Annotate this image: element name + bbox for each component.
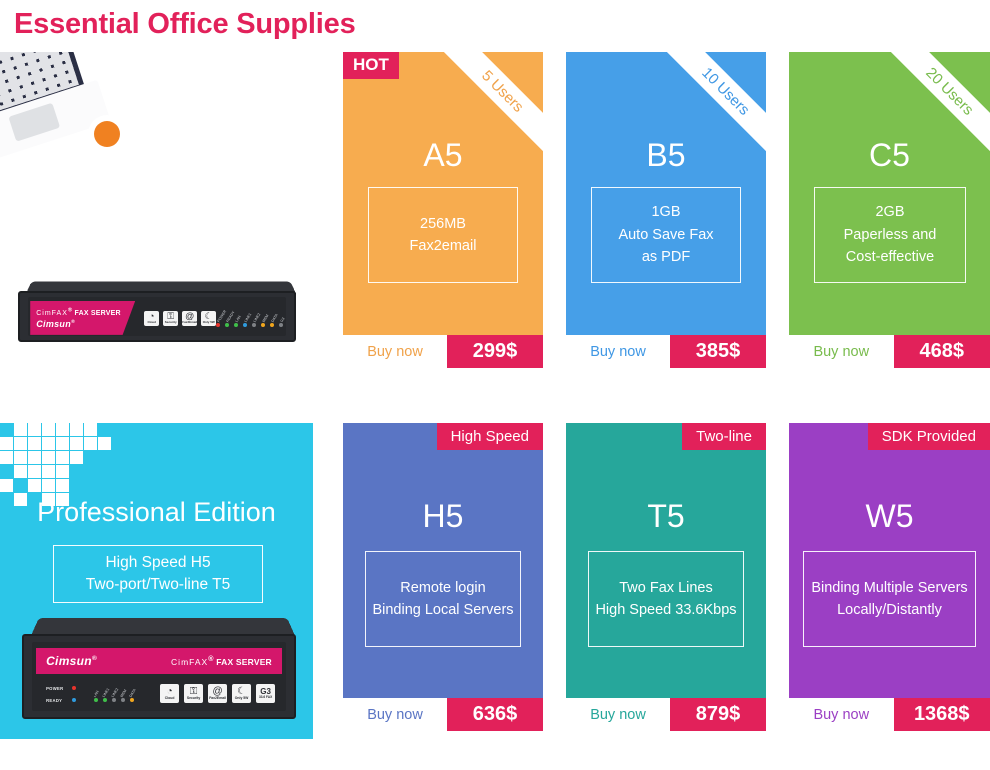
- feature-line: Paperless and: [843, 226, 937, 243]
- page-title: Essential Office Supplies: [14, 8, 356, 40]
- feature-line: Fax2email: [409, 238, 477, 254]
- product-code: A5: [423, 137, 463, 173]
- fax-server-device-professional: Cimsun® CimFAX® FAX SERVER POWER READY L…: [22, 615, 296, 719]
- feature-line: High Speed H5: [105, 553, 211, 571]
- device-led-labels: POWER READY LAN LINE1 LINE2 MEM DATA G3: [216, 309, 286, 323]
- feature-line: Fax from PC and Mobile: [74, 219, 242, 237]
- card-professional-edition[interactable]: Professional Edition High Speed H5 Two-p…: [0, 423, 313, 739]
- device-led-labels: LAN LINE1 LINE2 MEM DATA: [94, 687, 137, 699]
- feature-line: Binding Local Servers: [372, 602, 514, 618]
- cloud-icon: ◔ Cloud: [160, 684, 180, 704]
- price-tag: 636$: [447, 698, 543, 731]
- fax2email-icon: @ Fax2Email: [208, 684, 228, 704]
- feature-line: Auto Save Fax: [618, 226, 714, 243]
- buy-now-button[interactable]: Buy now: [566, 335, 670, 368]
- product-feature-box: 256MB Fax2email: [368, 187, 518, 283]
- feature-line: High Speed 33.6Kbps: [595, 602, 737, 618]
- price-tag: 1368$: [893, 698, 990, 731]
- feature-highlight-box: Fax from PC and Mobile: [53, 204, 263, 254]
- card-footer: Buy now 299$: [343, 335, 543, 368]
- feature-badge: SDK Provided: [867, 423, 990, 450]
- feature-line: 256MB: [420, 215, 466, 232]
- product-code: W5: [865, 498, 914, 534]
- device-brand-cimsun: Cimsun®: [36, 318, 75, 329]
- card-footer: Buy now 385$: [566, 335, 766, 368]
- device-led-strip: [94, 698, 139, 703]
- fax2email-icon: @ Fax2Email: [182, 310, 198, 326]
- feature-line: 2GB: [875, 204, 905, 221]
- product-feature-box: Two Fax Lines High Speed 33.6Kbps: [588, 551, 744, 647]
- card-product-c5[interactable]: 20 Users C5 2GB Paperless and Cost-effec…: [789, 52, 990, 368]
- feature-highlight-box: High Speed H5 Two-port/Two-line T5: [53, 545, 263, 603]
- security-icon: ⚿ Security: [163, 310, 179, 326]
- buy-now-button[interactable]: Buy now: [566, 698, 670, 731]
- hot-badge: HOT: [343, 52, 399, 79]
- security-icon: ⚿ Security: [184, 684, 204, 704]
- product-code: T5: [647, 498, 685, 534]
- product-code: H5: [422, 498, 464, 534]
- feature-line: Two-port/Two-line T5: [85, 576, 231, 593]
- price-tag: 468$: [893, 335, 990, 368]
- cloud-icon: ◔ Cloud: [144, 310, 160, 326]
- card-footer: Buy now 636$: [343, 698, 543, 731]
- feature-line: Locally/Distantly: [837, 602, 942, 618]
- card-footer: Buy now 468$: [789, 335, 990, 368]
- price-tag: 385$: [670, 335, 766, 368]
- card-title: Professional Edition: [37, 497, 276, 527]
- fax-server-device-standard: CimFAX® FAX SERVER Cimsun® ◔ Cloud ⚿ Secur…: [18, 280, 296, 342]
- product-feature-box: Remote login Binding Local Servers: [365, 551, 521, 647]
- feature-badge: Two-line: [682, 423, 766, 450]
- feature-line: Remote login: [400, 579, 486, 596]
- product-feature-box: Binding Multiple Servers Locally/Distant…: [803, 551, 976, 647]
- device-brand-fax: CimFAX® FAX SERVER: [36, 307, 121, 317]
- feature-line: Binding Multiple Servers: [811, 579, 968, 596]
- device-brand-cimsun: Cimsun®: [46, 654, 98, 669]
- product-code: C5: [869, 137, 910, 173]
- buy-now-button[interactable]: Buy now: [789, 335, 894, 368]
- feature-line: 1GB: [651, 204, 681, 221]
- buy-now-button[interactable]: Buy now: [343, 335, 447, 368]
- card-standard-edition[interactable]: Standard Edition Fax from PC and Mobile …: [0, 52, 313, 368]
- promo-page: Essential Office Supplies Standard Editi…: [0, 0, 990, 770]
- card-title: Standard Edition: [56, 150, 257, 180]
- feature-badge: High Speed: [436, 423, 543, 450]
- card-product-h5[interactable]: High Speed H5 Remote login Binding Local…: [343, 423, 543, 731]
- product-feature-box: 2GB Paperless and Cost-effective: [814, 187, 966, 283]
- feature-line: Cost-effective: [845, 249, 935, 266]
- g3-fax-icon: G3 33.6 FAX: [256, 684, 276, 704]
- device-button-row: ◔ Cloud ⚿ Security @ Fax2Email ☾ Only 5W G3 3…: [160, 684, 276, 704]
- device-led-strip: [216, 322, 288, 327]
- price-tag: 879$: [670, 698, 766, 731]
- power-save-icon: ☾ Only 5W: [201, 310, 217, 326]
- card-footer: Buy now 879$: [566, 698, 766, 731]
- product-feature-box: 1GB Auto Save Fax as PDF: [591, 187, 741, 283]
- card-footer: Buy now 1368$: [789, 698, 990, 731]
- feature-line: Two Fax Lines: [619, 579, 713, 596]
- card-product-a5[interactable]: 5 Users HOT A5 256MB Fax2email Buy now 2…: [343, 52, 543, 368]
- card-product-t5[interactable]: Two-line T5 Two Fax Lines High Speed 33.…: [566, 423, 766, 731]
- coffee-cup-icon: [88, 115, 136, 155]
- buy-now-button[interactable]: Buy now: [789, 698, 894, 731]
- feature-line: as PDF: [641, 249, 691, 266]
- device-button-row: ◔ Cloud ⚿ Security @ Fax2Email ☾ Only 5W: [144, 310, 217, 326]
- card-product-b5[interactable]: 10 Users B5 1GB Auto Save Fax as PDF Buy…: [566, 52, 766, 368]
- product-code: B5: [646, 137, 686, 173]
- card-product-w5[interactable]: SDK Provided W5 Binding Multiple Servers…: [789, 423, 990, 731]
- price-tag: 299$: [447, 335, 543, 368]
- buy-now-button[interactable]: Buy now: [343, 698, 447, 731]
- power-save-icon: ☾ Only 5W: [232, 684, 252, 704]
- device-brand-fax: CimFAX® FAX SERVER: [171, 655, 272, 668]
